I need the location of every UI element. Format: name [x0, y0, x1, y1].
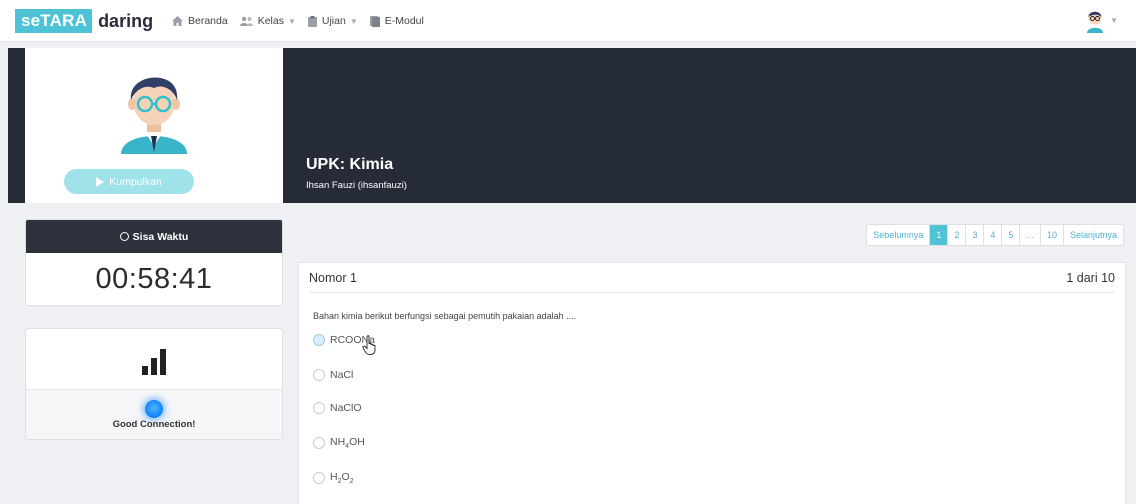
- answer-option[interactable]: NaClO: [313, 402, 362, 414]
- answer-label: NaClO: [330, 402, 362, 414]
- nav-item-ujian[interactable]: Ujian ▼: [307, 15, 358, 27]
- question-header: Nomor 1 1 dari 10: [309, 263, 1115, 293]
- pagination-page-5[interactable]: 5: [1001, 225, 1019, 245]
- nav-item-beranda[interactable]: Beranda: [172, 15, 228, 27]
- pagination-next[interactable]: Selanjutnya: [1062, 225, 1123, 245]
- timer-value: 00:58:41: [95, 263, 213, 295]
- brand-suffix: daring: [98, 10, 154, 31]
- answer-label: NaCl: [330, 369, 354, 381]
- nav-item-kelas[interactable]: Kelas ▼: [239, 15, 296, 27]
- hand-cursor-icon: [362, 335, 376, 355]
- student-avatar: [121, 77, 187, 154]
- timer-label: Sisa Waktu: [132, 230, 189, 243]
- question-number: Nomor 1: [309, 270, 357, 285]
- users-icon: [239, 16, 253, 26]
- pagination-prev[interactable]: Sebelumnya: [867, 225, 929, 245]
- profile-card: Kumpulkan: [25, 48, 283, 203]
- question-pagination: Sebelumnya 1 2 3 4 5 ... 10 Selanjutnya: [866, 224, 1124, 246]
- answer-label: NH4OH: [330, 436, 365, 451]
- answer-label: H2O2: [330, 471, 354, 486]
- book-icon: [369, 15, 380, 27]
- question-card: Nomor 1 1 dari 10 Bahan kimia berikut be…: [298, 262, 1126, 504]
- connection-indicator-icon: [145, 400, 163, 418]
- nav-label: Kelas: [257, 15, 284, 27]
- chevron-down-icon: ▼: [349, 16, 358, 26]
- chevron-down-icon: ▼: [1110, 15, 1118, 25]
- pagination-ellipsis: ...: [1019, 225, 1040, 245]
- student-name: Ihsan Fauzi (ihsanfauzi): [306, 180, 407, 191]
- brand-prefix: seTARA: [15, 9, 93, 33]
- main-nav: Beranda Kelas ▼ Ujian ▼ E-Modul: [172, 0, 436, 42]
- answer-radio[interactable]: [313, 402, 325, 414]
- answer-radio[interactable]: [313, 437, 325, 450]
- user-menu[interactable]: ▼: [1084, 7, 1118, 33]
- nav-label: Beranda: [188, 15, 228, 27]
- answer-option[interactable]: H2O2: [313, 471, 354, 485]
- signal-bar: [151, 358, 157, 375]
- answer-radio[interactable]: [313, 334, 325, 346]
- submit-button[interactable]: Kumpulkan: [64, 169, 194, 194]
- question-progress: 1 dari 10: [1066, 270, 1115, 285]
- signal-bar: [142, 366, 148, 375]
- pagination-page-10[interactable]: 10: [1039, 225, 1063, 245]
- pagination-page-1[interactable]: 1: [929, 225, 948, 245]
- pagination-page-2[interactable]: 2: [947, 225, 965, 245]
- nav-item-emodul[interactable]: E-Modul: [369, 15, 424, 27]
- question-text: Bahan kimia berikut berfungsi sebagai pe…: [313, 311, 577, 321]
- signal-bar: [160, 349, 166, 375]
- clock-icon: [119, 232, 129, 241]
- nav-label: E-Modul: [384, 15, 424, 27]
- connection-card: Good Connection!: [25, 328, 283, 440]
- play-icon: [96, 176, 105, 187]
- home-icon: [172, 16, 183, 26]
- timer-header: Sisa Waktu: [26, 220, 282, 253]
- avatar: [1087, 11, 1104, 33]
- pagination-page-3[interactable]: 3: [965, 225, 983, 245]
- clipboard-icon: [307, 15, 317, 27]
- connection-status: Good Connection!: [26, 389, 282, 439]
- exam-title: UPK: Kimia: [306, 156, 394, 173]
- signal-icon: [26, 329, 282, 389]
- top-navbar: seTARA daring Beranda Kelas ▼ Ujian ▼ E-…: [0, 0, 1136, 42]
- chevron-down-icon: ▼: [287, 16, 296, 26]
- connection-label: Good Connection!: [112, 419, 196, 430]
- answer-radio[interactable]: [313, 369, 325, 381]
- pagination-page-4[interactable]: 4: [983, 225, 1001, 245]
- brand-logo[interactable]: seTARA daring: [15, 9, 153, 33]
- answer-option[interactable]: NH4OH: [313, 436, 365, 450]
- timer-card: Sisa Waktu 00:58:41: [25, 219, 283, 306]
- submit-label: Kumpulkan: [109, 175, 162, 188]
- answer-radio[interactable]: [313, 472, 325, 485]
- answer-option[interactable]: NaCl: [313, 369, 353, 381]
- nav-label: Ujian: [321, 15, 346, 27]
